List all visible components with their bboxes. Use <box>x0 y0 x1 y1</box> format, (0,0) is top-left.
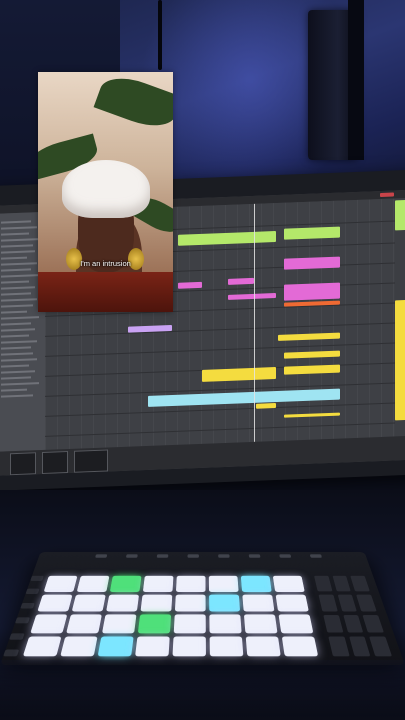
device-slot-2 <box>42 451 68 475</box>
white-hair <box>62 160 150 218</box>
pad <box>174 594 206 612</box>
pad <box>209 594 241 612</box>
photo-scene: I'm an intrusion <box>0 0 405 720</box>
clip-magenta-5 <box>284 282 340 301</box>
pad <box>240 575 272 592</box>
clip-yellow-5 <box>256 403 276 409</box>
pad <box>30 614 68 633</box>
pad <box>275 594 309 612</box>
clip-magenta-2 <box>178 281 202 289</box>
pad <box>272 575 305 592</box>
encoder-row <box>95 554 323 560</box>
pad <box>22 636 62 657</box>
plant-leaf <box>93 72 173 135</box>
red-dress <box>38 272 173 312</box>
clip-right-green <box>395 199 405 231</box>
pad <box>43 575 78 592</box>
pad-controller <box>0 552 405 665</box>
video-caption: I'm an intrusion <box>80 259 131 268</box>
pad <box>106 594 140 612</box>
pad <box>60 636 98 657</box>
pad <box>175 575 206 592</box>
pad <box>37 594 73 612</box>
pad <box>243 614 278 633</box>
pad <box>109 575 142 592</box>
pad-grid <box>22 575 319 657</box>
pad <box>140 594 173 612</box>
pad <box>209 636 244 657</box>
pad <box>208 575 239 592</box>
clip-magenta-1 <box>284 256 340 270</box>
pad <box>172 636 206 657</box>
pad <box>173 614 206 633</box>
desk-foreground <box>0 660 405 720</box>
clip-right-yellow <box>395 299 405 421</box>
device-slot-1 <box>10 452 36 476</box>
pad <box>71 594 106 612</box>
overlay-video: I'm an intrusion <box>38 72 173 312</box>
pad <box>66 614 102 633</box>
pad <box>135 636 170 657</box>
pad <box>102 614 137 633</box>
pad <box>245 636 281 657</box>
pad <box>209 614 242 633</box>
speaker-edge <box>348 0 364 160</box>
pad <box>142 575 174 592</box>
pad <box>242 594 275 612</box>
pad <box>281 636 319 657</box>
clip-magenta-3 <box>228 277 254 285</box>
pad <box>97 636 134 657</box>
hanging-cable <box>158 0 162 70</box>
playhead <box>254 203 255 442</box>
pad <box>76 575 110 592</box>
pad <box>278 614 314 633</box>
record-indicator <box>380 192 394 198</box>
pad <box>137 614 172 633</box>
eq-device <box>74 449 108 473</box>
clip-green-2 <box>284 226 340 240</box>
